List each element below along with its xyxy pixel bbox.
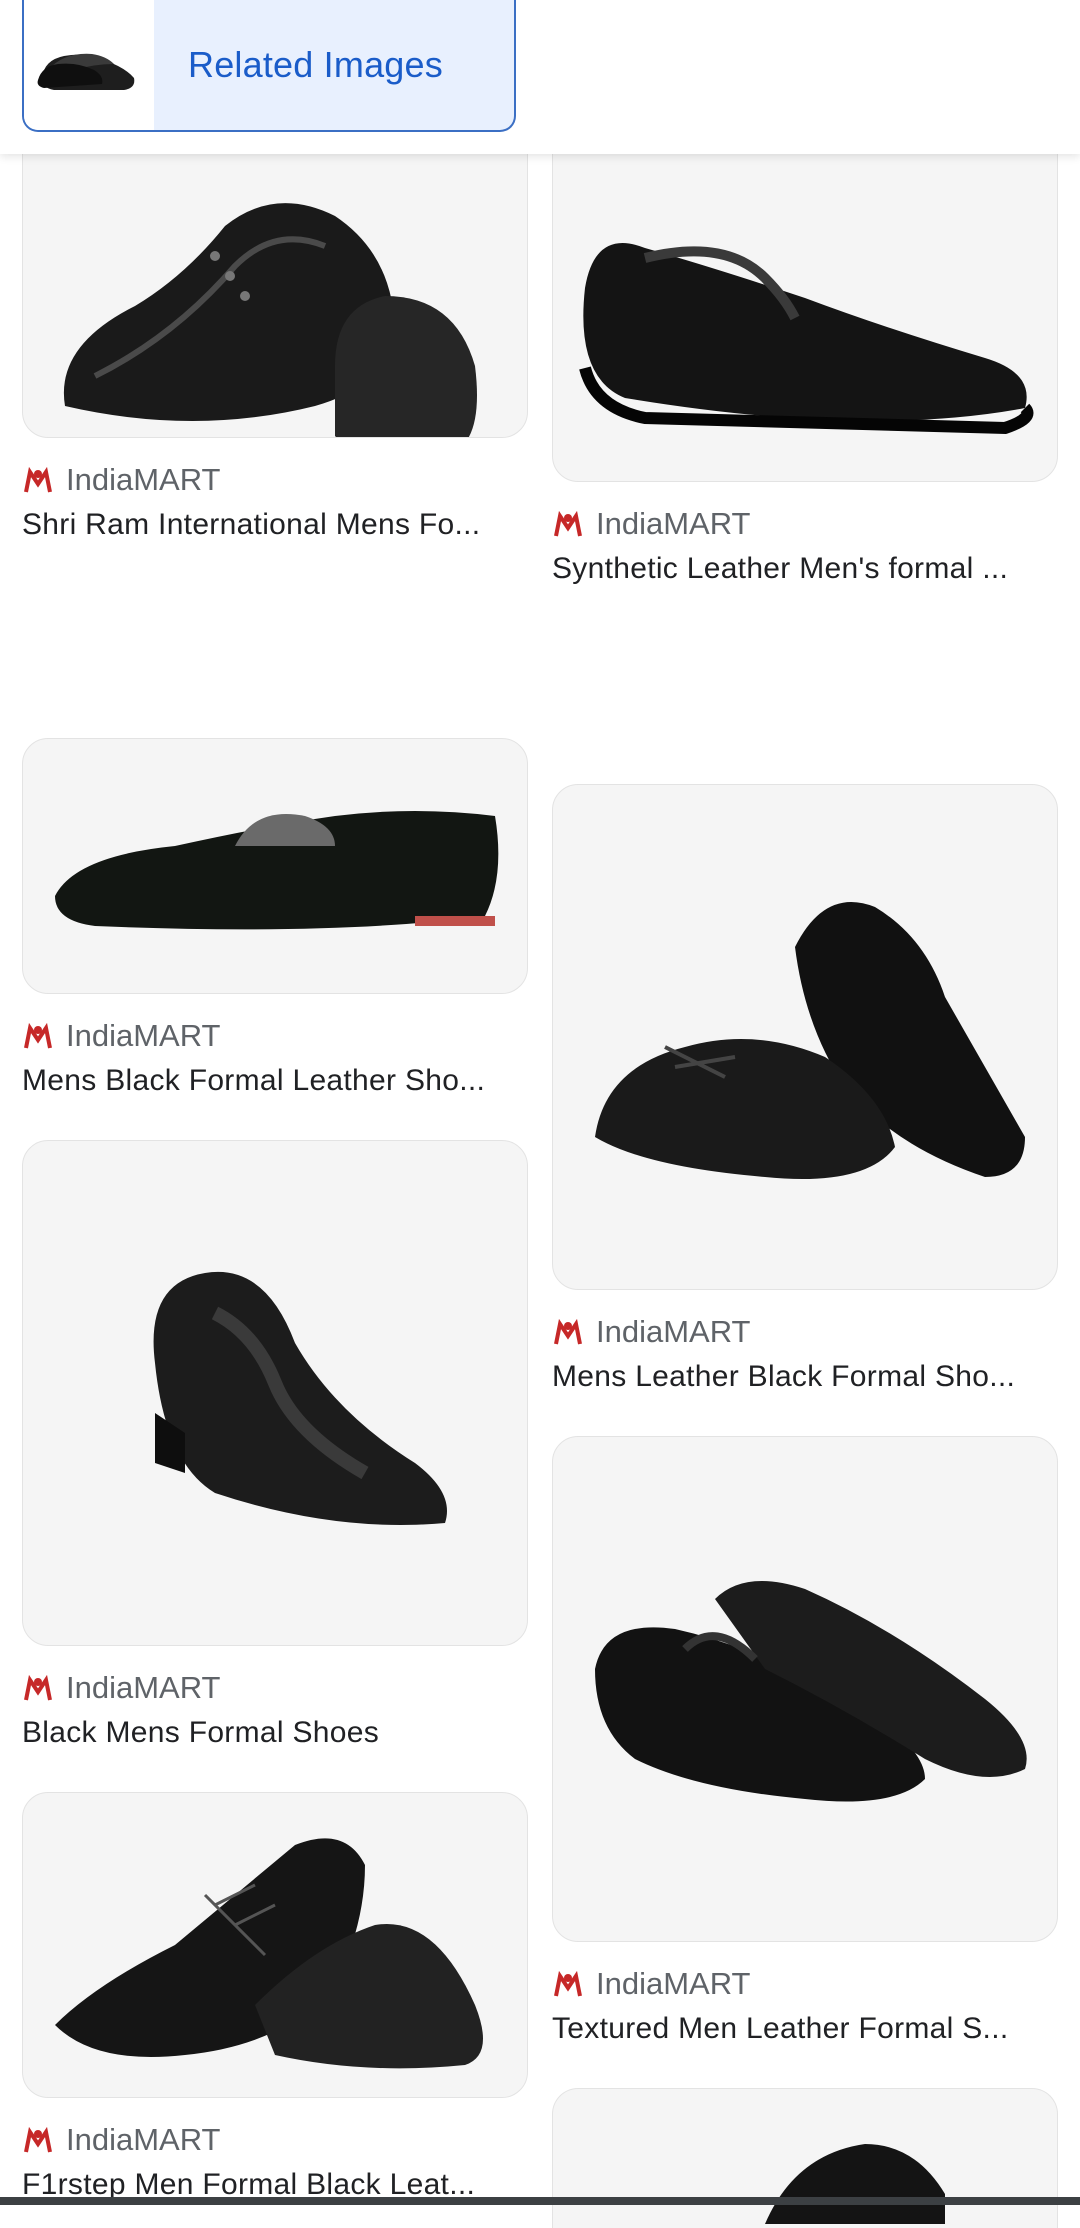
source-row[interactable]: IndiaMART — [22, 1668, 528, 1708]
indiamart-logo-icon — [24, 2126, 52, 2153]
related-images-chip[interactable]: Related Images — [22, 0, 516, 132]
source-row[interactable]: IndiaMART — [22, 1016, 528, 1056]
related-thumbnail — [24, 0, 154, 130]
source-name: IndiaMART — [66, 2122, 221, 2157]
source-name: IndiaMART — [66, 462, 221, 497]
indiamart-logo-icon — [24, 1022, 52, 1049]
source-name: IndiaMART — [596, 1966, 751, 2001]
indiamart-logo-icon — [554, 510, 582, 537]
result-title[interactable]: Synthetic Leather Men's formal ... — [552, 552, 1058, 586]
result-title[interactable]: Textured Men Leather Formal S... — [552, 2012, 1058, 2046]
source-name: IndiaMART — [596, 506, 751, 541]
result-image[interactable] — [22, 738, 528, 994]
source-name: IndiaMART — [596, 1314, 751, 1349]
result-card[interactable] — [552, 2088, 1058, 2228]
source-name: IndiaMART — [66, 1670, 221, 1705]
result-title[interactable]: Shri Ram International Mens Fo... — [22, 508, 528, 542]
result-card[interactable]: IndiaMART Mens Black Formal Leather Sho.… — [22, 738, 528, 1098]
source-row[interactable]: IndiaMART — [552, 1312, 1058, 1352]
indiamart-logo-icon — [554, 1970, 582, 1997]
source-row[interactable]: IndiaMART — [22, 2120, 528, 2160]
source-row[interactable]: IndiaMART — [552, 1964, 1058, 2004]
result-image[interactable] — [22, 1140, 528, 1646]
indiamart-logo-icon — [554, 1318, 582, 1345]
result-card[interactable]: IndiaMART F1rstep Men Formal Black Leat.… — [22, 1792, 528, 2202]
navigation-bar-edge — [0, 2197, 1080, 2205]
result-title[interactable]: Mens Black Formal Leather Sho... — [22, 1064, 528, 1098]
result-card[interactable]: IndiaMART Synthetic Leather Men's formal… — [552, 0, 1058, 586]
indiamart-logo-icon — [24, 466, 52, 493]
result-image[interactable] — [552, 2088, 1058, 2228]
result-card[interactable]: IndiaMART Mens Leather Black Formal Sho.… — [552, 784, 1058, 1394]
result-image[interactable] — [22, 1792, 528, 2098]
related-images-label: Related Images — [188, 44, 443, 85]
result-card[interactable]: IndiaMART Textured Men Leather Formal S.… — [552, 1436, 1058, 2046]
source-row[interactable]: IndiaMART — [22, 460, 528, 500]
result-card[interactable]: IndiaMART Shri Ram International Mens Fo… — [22, 0, 528, 542]
result-title[interactable]: Mens Leather Black Formal Sho... — [552, 1360, 1058, 1394]
result-image[interactable] — [552, 1436, 1058, 1942]
result-card[interactable]: IndiaMART Black Mens Formal Shoes — [22, 1140, 528, 1750]
result-title[interactable]: Black Mens Formal Shoes — [22, 1716, 528, 1750]
indiamart-logo-icon — [24, 1674, 52, 1701]
top-bar: Related Images — [0, 0, 1080, 154]
source-row[interactable]: IndiaMART — [552, 504, 1058, 544]
source-name: IndiaMART — [66, 1018, 221, 1053]
result-image[interactable] — [552, 784, 1058, 1290]
